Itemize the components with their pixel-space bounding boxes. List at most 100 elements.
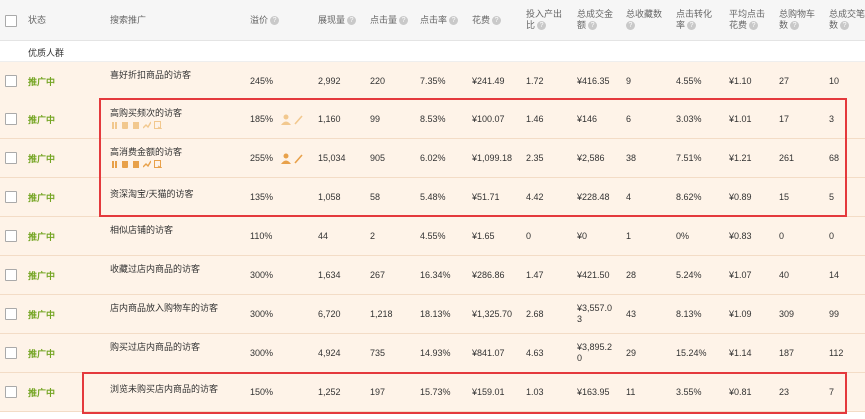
cell-cart: 0 (779, 231, 785, 241)
cell-fav: 28 (626, 270, 637, 280)
cell-clicks: 735 (370, 348, 386, 358)
audience-name: 相似店铺的访客 (110, 225, 174, 235)
row-checkbox[interactable] (5, 191, 17, 203)
status-badge[interactable]: 推广中 (28, 217, 55, 255)
cell-clicks: 1,218 (370, 309, 393, 319)
cell-premium: 245% (250, 76, 274, 86)
cell-fav: 43 (626, 309, 637, 319)
cell-fav: 9 (626, 76, 632, 86)
status-badge[interactable]: 推广中 (28, 256, 55, 294)
cell-cart: 27 (779, 76, 790, 86)
col-impressions[interactable]: 展现量? (318, 0, 357, 40)
row-checkbox[interactable] (5, 269, 17, 281)
cell-orders: 112 (829, 348, 844, 358)
row-checkbox[interactable] (5, 308, 17, 320)
col-cvr[interactable]: 点击转化率? (676, 0, 712, 40)
cell-cvr: 4.55% (676, 76, 702, 86)
highlight-box (99, 98, 847, 217)
status-badge[interactable]: 推广中 (28, 62, 55, 100)
row-checkbox[interactable] (5, 347, 17, 359)
help-icon: ? (492, 15, 502, 25)
cell-impressions: 6,720 (318, 309, 341, 319)
help-icon: ? (270, 15, 280, 25)
cell-cpc: ¥1.10 (729, 76, 752, 86)
cell-ctr: 4.55% (420, 231, 446, 241)
cell-cart: 187 (779, 348, 795, 358)
cell-impressions: 2,992 (318, 76, 341, 86)
col-ctr[interactable]: 点击率? (420, 0, 459, 40)
select-all-checkbox[interactable] (5, 15, 17, 27)
cell-cost: ¥241.49 (472, 76, 505, 86)
cell-gmv: ¥3,895.2 0 (577, 342, 613, 363)
cell-premium: 110% (250, 231, 273, 241)
campaign-table: { "header": { "status": "状态", "promo": "… (0, 0, 865, 419)
audience-name: 购买过店内商品的访客 (110, 342, 201, 352)
cell-roi: 1.72 (526, 76, 544, 86)
col-orders[interactable]: 总成交笔数? (829, 0, 865, 40)
cell-orders: 0 (829, 231, 835, 241)
col-cpc[interactable]: 平均点击 花费? (729, 0, 765, 40)
col-clicks[interactable]: 点击量? (370, 0, 409, 40)
row-checkbox[interactable] (5, 75, 17, 87)
cell-gmv: ¥416.35 (577, 76, 610, 86)
cell-roi: 4.63 (526, 348, 544, 358)
status-badge[interactable]: 推广中 (28, 373, 55, 411)
col-gmv[interactable]: 总成交金额? (577, 0, 613, 40)
cell-premium: 300% (250, 270, 274, 280)
row-checkbox[interactable] (5, 386, 17, 398)
cell-cvr: 5.24% (676, 270, 702, 280)
cell-fav: 1 (626, 231, 632, 241)
col-promo: 搜索推广 (110, 15, 147, 25)
cell-cvr: 15.24% (676, 348, 707, 358)
cell-roi: 1.47 (526, 270, 544, 280)
help-icon: ? (749, 21, 759, 31)
col-status: 状态 (28, 15, 47, 25)
col-cart[interactable]: 总购物车数? (779, 0, 815, 40)
group-label: 优质人群 (28, 48, 65, 58)
col-premium[interactable]: 溢价? (250, 0, 280, 40)
cell-cpc: ¥1.07 (729, 270, 752, 280)
cell-cpc: ¥0.83 (729, 231, 752, 241)
cell-orders: 99 (829, 309, 840, 319)
cell-roi: 2.68 (526, 309, 544, 319)
help-icon: ? (790, 21, 800, 31)
col-cost[interactable]: 花费? (472, 0, 502, 40)
help-icon: ? (588, 21, 598, 31)
status-badge[interactable]: 推广中 (28, 334, 55, 372)
status-badge[interactable]: 推广中 (28, 178, 55, 216)
table-row: 推广中 店内商品放入购物车的访客 300% 6,720 1,218 18.13% ¥1,32… (0, 295, 865, 334)
help-icon: ? (687, 21, 697, 31)
row-checkbox[interactable] (5, 230, 17, 242)
col-roi[interactable]: 投入产出比? (526, 0, 562, 40)
cell-ctr: 7.35% (420, 76, 446, 86)
cell-cart: 40 (779, 270, 790, 280)
status-badge[interactable]: 推广中 (28, 100, 55, 138)
status-badge[interactable]: 推广中 (28, 295, 55, 333)
cell-cvr: 0% (676, 231, 690, 241)
cell-roi: 0 (526, 231, 532, 241)
cell-clicks: 2 (370, 231, 376, 241)
cell-clicks: 220 (370, 76, 386, 86)
audience-name: 收藏过店内商品的访客 (110, 264, 201, 274)
row-checkbox[interactable] (5, 113, 17, 125)
cell-cost: ¥286.86 (472, 270, 505, 280)
audience-name: 店内商品放入购物车的访客 (110, 303, 219, 313)
cell-gmv: ¥0 (577, 231, 588, 241)
row-checkbox[interactable] (5, 152, 17, 164)
table-row: 推广中 喜好折扣商品的访客 245% 2,992 220 7.35% ¥241.49 1.72… (0, 62, 865, 101)
cell-orders: 10 (829, 76, 840, 86)
table-row: 推广中 收藏过店内商品的访客 300% 1,634 267 16.34% ¥286.86 1.… (0, 256, 865, 295)
help-icon: ? (626, 21, 635, 31)
cell-orders: 14 (829, 270, 840, 280)
col-fav[interactable]: 总收藏数? (626, 0, 662, 40)
cell-premium: 300% (250, 309, 274, 319)
cell-gmv: ¥3,557.0 3 (577, 303, 613, 324)
cell-impressions: 44 (318, 231, 329, 241)
cell-fav: 29 (626, 348, 637, 358)
cell-cpc: ¥1.09 (729, 309, 752, 319)
group-row: 优质人群 (0, 41, 865, 62)
cell-clicks: 267 (370, 270, 386, 280)
status-badge[interactable]: 推广中 (28, 139, 55, 177)
cell-impressions: 4,924 (318, 348, 341, 358)
cell-ctr: 14.93% (420, 348, 451, 358)
